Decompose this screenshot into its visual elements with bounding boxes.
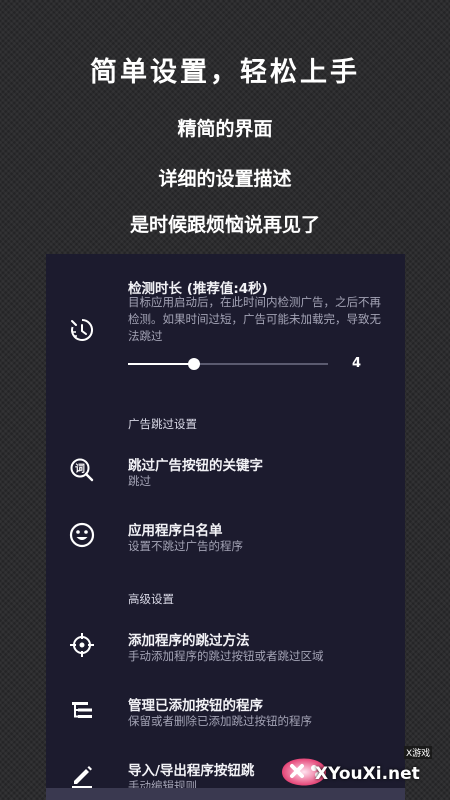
svg-text:词: 词 xyxy=(75,462,85,475)
word-search-icon: 词 xyxy=(68,456,96,484)
manage-setting[interactable]: 管理已添加按钮的程序 保留或者删除已添加跳过按钮的程序 xyxy=(46,684,405,740)
hero-line-3: 是时候跟烦恼说再见了 xyxy=(129,214,320,236)
keywords-title: 跳过广告按钮的关键字 xyxy=(128,458,263,474)
import-export-title: 导入/导出程序按钮跳 xyxy=(128,763,255,779)
manage-desc: 保留或者删除已添加跳过按钮的程序 xyxy=(128,714,312,728)
hero-line-2: 详细的设置描述 xyxy=(158,168,292,190)
hero-line-1: 精简的界面 xyxy=(177,118,273,140)
detection-duration-setting: 检测时长 (推荐值:4秒) 目标应用启动后，在此时间内检测广告，之后不再检测。如… xyxy=(46,254,405,384)
manage-title: 管理已添加按钮的程序 xyxy=(128,698,263,714)
smiley-icon xyxy=(68,521,96,549)
section-ad-skip: 广告跳过设置 xyxy=(128,417,197,431)
add-method-title: 添加程序的跳过方法 xyxy=(128,633,250,649)
slider-thumb[interactable] xyxy=(188,358,200,370)
slider-fill xyxy=(128,363,194,365)
tree-list-icon xyxy=(68,696,96,724)
whitelist-desc: 设置不跳过广告的程序 xyxy=(128,539,243,553)
section-advanced: 高级设置 xyxy=(128,592,174,606)
pencil-icon xyxy=(68,761,96,789)
watermark-sub: X游戏 xyxy=(404,746,433,759)
whitelist-title: 应用程序白名单 xyxy=(128,523,223,539)
whitelist-setting[interactable]: 应用程序白名单 设置不跳过广告的程序 xyxy=(46,509,405,565)
hero-title: 简单设置，轻松上手 xyxy=(90,57,360,88)
crosshair-icon xyxy=(68,631,96,659)
slider-value: 4 xyxy=(352,356,362,371)
watermark-text: XYouXi.net xyxy=(315,764,420,784)
settings-panel: 检测时长 (推荐值:4秒) 目标应用启动后，在此时间内检测广告，之后不再检测。如… xyxy=(46,254,405,800)
keywords-setting[interactable]: 词 跳过广告按钮的关键字 跳过 xyxy=(46,444,405,500)
add-method-desc: 手动添加程序的跳过按钮或者跳过区域 xyxy=(128,649,324,663)
add-method-setting[interactable]: 添加程序的跳过方法 手动添加程序的跳过按钮或者跳过区域 xyxy=(46,619,405,675)
detection-desc: 目标应用启动后，在此时间内检测广告，之后不再检测。如果时间过短，广告可能未加载完… xyxy=(128,295,381,343)
detection-slider[interactable] xyxy=(128,358,328,370)
keywords-desc: 跳过 xyxy=(128,474,151,488)
timer-icon xyxy=(68,316,96,344)
